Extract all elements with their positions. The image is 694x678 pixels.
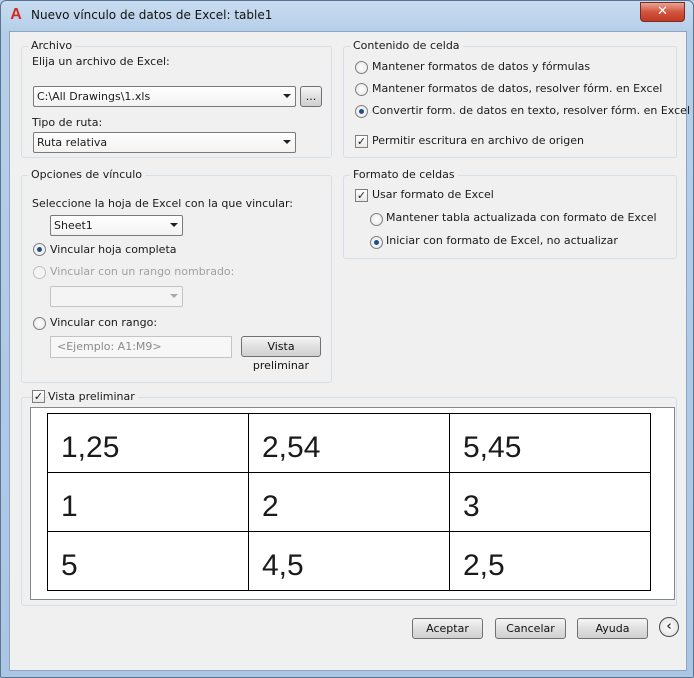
keep-formulas-label[interactable]: Mantener formatos de datos y fórmulas [372,60,590,73]
title-bar[interactable]: A Nuevo vínculo de datos de Excel: table… [1,1,693,31]
table-row: 5 4,5 2,5 [47,531,651,591]
named-range-combo[interactable] [50,286,183,307]
chevron-down-icon [170,294,178,298]
opciones-group-title: Opciones de vínculo [28,168,146,181]
convert-text-label[interactable]: Convertir form. de datos en texto, resol… [372,104,690,117]
keep-updated-label[interactable]: Mantener tabla actualizada con formato d… [386,211,657,224]
preview-range-button[interactable]: Vista preliminar [241,336,321,372]
chevron-down-icon [283,94,291,98]
radio-link-sheet[interactable] [33,243,46,256]
preview-table-area: 1,25 2,54 5,45 1 2 3 5 4,5 2,5 [30,407,675,600]
close-button[interactable]: ✕ [640,2,685,22]
cancel-button[interactable]: Cancelar [495,618,566,639]
accept-button[interactable]: Aceptar [412,618,483,639]
excel-file-value: C:\All Drawings\1.xls [37,90,151,103]
radio-link-range[interactable] [33,317,46,330]
sheet-value: Sheet1 [54,219,93,232]
table-cell: 5,45 [449,413,651,473]
help-button[interactable]: Ayuda [577,618,648,639]
path-type-value: Ruta relativa [37,136,108,149]
resolve-excel-label[interactable]: Mantener formatos de datos, resolver fór… [372,82,662,95]
radio-start-excel[interactable] [370,236,383,249]
contenido-group-title: Contenido de celda [350,39,463,52]
use-excel-format-checkbox[interactable]: ✓ [355,189,368,202]
link-sheet-label[interactable]: Vincular hoja completa [50,243,177,256]
collapse-chevron-icon[interactable]: ‹ [659,617,679,637]
excel-file-label: Elija un archivo de Excel: [32,55,170,68]
sheet-select-label: Seleccione la hoja de Excel con la que v… [32,197,294,210]
table-cell: 4,5 [248,531,450,591]
archivo-group-title: Archivo [28,39,76,52]
excel-file-combo[interactable]: C:\All Drawings\1.xls [33,86,296,107]
radio-keep-updated[interactable] [370,213,383,226]
preview-table: 1,25 2,54 5,45 1 2 3 5 4,5 2,5 [47,413,651,591]
radio-resolve-excel[interactable] [355,83,368,96]
archivo-group: Archivo Elija un archivo de Excel: C:\Al… [21,39,332,158]
opciones-group: Opciones de vínculo Seleccione la hoja d… [21,168,332,383]
start-excel-label[interactable]: Iniciar con formato de Excel, no actuali… [386,234,618,247]
write-back-label[interactable]: Permitir escritura en archivo de origen [372,134,584,147]
link-named-label[interactable]: Vincular con un rango nombrado: [50,265,234,278]
formato-group: Formato de celdas ✓ Usar formato de Exce… [343,168,677,259]
path-type-label: Tipo de ruta: [32,116,103,129]
radio-link-named[interactable] [33,266,46,279]
preview-checkbox[interactable]: ✓ [32,390,45,403]
table-row: 1,25 2,54 5,45 [47,413,651,473]
radio-convert-text[interactable] [355,105,368,118]
window-title: Nuevo vínculo de datos de Excel: table1 [31,8,273,22]
table-cell: 1 [47,472,249,532]
preview-checkbox-label[interactable]: Vista preliminar [48,390,138,403]
chevron-down-icon [170,223,178,227]
table-cell: 2,5 [449,531,651,591]
dialog-window: A Nuevo vínculo de datos de Excel: table… [0,0,694,678]
table-cell: 2,54 [248,413,450,473]
table-row: 1 2 3 [47,472,651,532]
formato-group-title: Formato de celdas [350,168,458,181]
radio-keep-formulas[interactable] [355,61,368,74]
autocad-logo-icon[interactable]: A [8,6,24,23]
table-cell: 2 [248,472,450,532]
table-cell: 1,25 [47,413,249,473]
path-type-combo[interactable]: Ruta relativa [33,132,296,153]
table-cell: 3 [449,472,651,532]
write-back-checkbox[interactable]: ✓ [355,135,368,148]
table-cell: 5 [47,531,249,591]
use-excel-format-label[interactable]: Usar formato de Excel [372,188,494,201]
sheet-combo[interactable]: Sheet1 [50,215,183,236]
chevron-down-icon [283,140,291,144]
contenido-group: Contenido de celda Mantener formatos de … [343,39,690,158]
link-range-label[interactable]: Vincular con rango: [50,316,157,329]
dialog-client-area: Archivo Elija un archivo de Excel: C:\Al… [9,31,690,671]
browse-button[interactable]: ... [300,86,322,107]
range-input[interactable]: <Ejemplo: A1:M9> [50,336,232,358]
